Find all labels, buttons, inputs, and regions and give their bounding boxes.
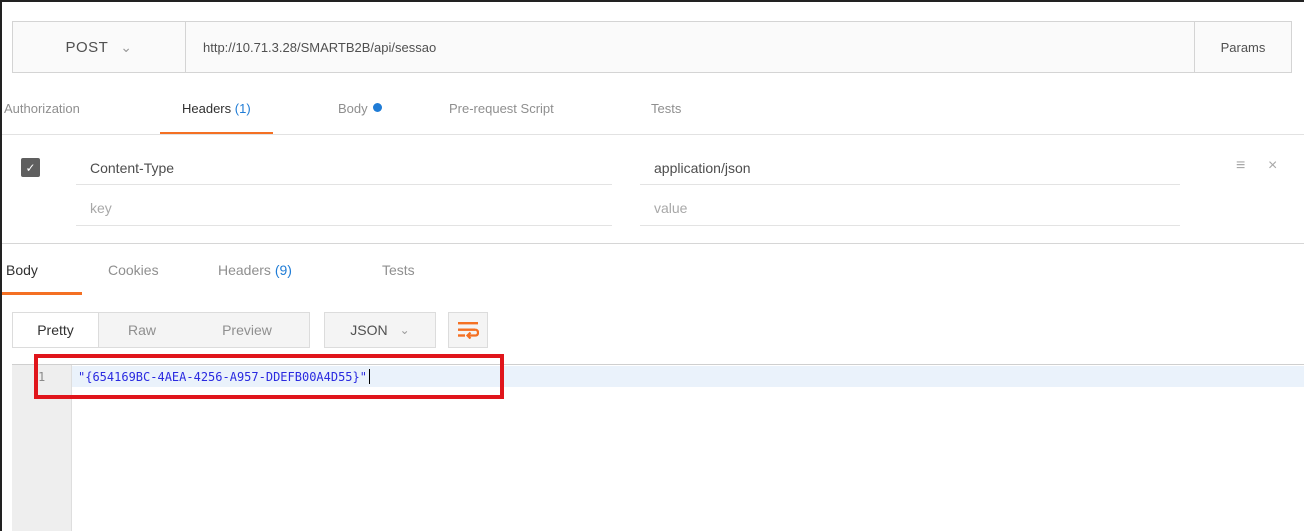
preview-button[interactable]: Preview bbox=[185, 313, 309, 347]
url-text: http://10.71.3.28/SMARTB2B/api/sessao bbox=[203, 39, 437, 55]
tab-authorization[interactable]: Authorization bbox=[4, 101, 80, 135]
delete-header-icon[interactable]: × bbox=[1268, 157, 1277, 175]
method-select[interactable]: POST ⌄ bbox=[13, 22, 186, 72]
view-mode-group: Pretty Raw Preview bbox=[12, 312, 310, 348]
tab-headers-count: (1) bbox=[234, 101, 251, 116]
tab-authorization-label: Authorization bbox=[4, 101, 80, 116]
tabs-divider bbox=[2, 134, 1304, 135]
params-button[interactable]: Params bbox=[1194, 22, 1291, 72]
header-value-underline bbox=[640, 184, 1180, 185]
language-select[interactable]: JSON ⌄ bbox=[324, 312, 436, 348]
tab-tests[interactable]: Tests bbox=[651, 101, 681, 135]
response-section-divider bbox=[2, 243, 1304, 244]
pretty-button[interactable]: Pretty bbox=[13, 313, 99, 347]
wrap-lines-icon bbox=[458, 322, 479, 339]
new-key-underline bbox=[76, 225, 612, 226]
annotation-highlight-box bbox=[34, 354, 504, 399]
chevron-down-icon: ⌄ bbox=[399, 323, 410, 337]
method-label: POST bbox=[65, 38, 109, 56]
tab-body[interactable]: Body bbox=[338, 101, 382, 135]
url-input[interactable]: http://10.71.3.28/SMARTB2B/api/sessao bbox=[186, 22, 1194, 72]
chevron-down-icon: ⌄ bbox=[120, 38, 133, 55]
tab-headers[interactable]: Headers (1) bbox=[160, 101, 273, 135]
raw-button[interactable]: Raw bbox=[99, 313, 185, 347]
header-enabled-checkbox[interactable]: ✓ bbox=[21, 158, 40, 177]
new-header-key-input[interactable]: key bbox=[90, 200, 112, 216]
body-modified-dot-icon bbox=[372, 103, 382, 112]
response-tab-tests[interactable]: Tests bbox=[382, 262, 415, 292]
wrap-lines-button[interactable] bbox=[448, 312, 488, 348]
new-value-underline bbox=[640, 225, 1180, 226]
header-key-field[interactable]: Content-Type bbox=[90, 160, 174, 176]
response-tab-body[interactable]: Body bbox=[6, 262, 38, 292]
language-label: JSON bbox=[350, 322, 388, 338]
header-key-underline bbox=[76, 184, 612, 185]
new-header-value-input[interactable]: value bbox=[654, 200, 687, 216]
tab-pre-request-script-label: Pre-request Script bbox=[449, 101, 554, 116]
tab-body-label: Body bbox=[338, 101, 368, 116]
response-tab-headers-count: (9) bbox=[274, 262, 292, 278]
header-value-field[interactable]: application/json bbox=[654, 160, 751, 176]
response-tab-headers[interactable]: Headers (9) bbox=[218, 262, 292, 292]
response-tab-cookies[interactable]: Cookies bbox=[108, 262, 159, 292]
response-tab-active-indicator bbox=[2, 292, 82, 295]
reorder-handle-icon[interactable]: ≡ bbox=[1236, 157, 1245, 175]
response-tab-headers-label: Headers bbox=[218, 262, 271, 278]
tab-pre-request-script[interactable]: Pre-request Script bbox=[449, 101, 554, 135]
request-bar: POST ⌄ http://10.71.3.28/SMARTB2B/api/se… bbox=[12, 21, 1292, 73]
tab-tests-label: Tests bbox=[651, 101, 682, 116]
tab-headers-label: Headers bbox=[182, 101, 232, 116]
